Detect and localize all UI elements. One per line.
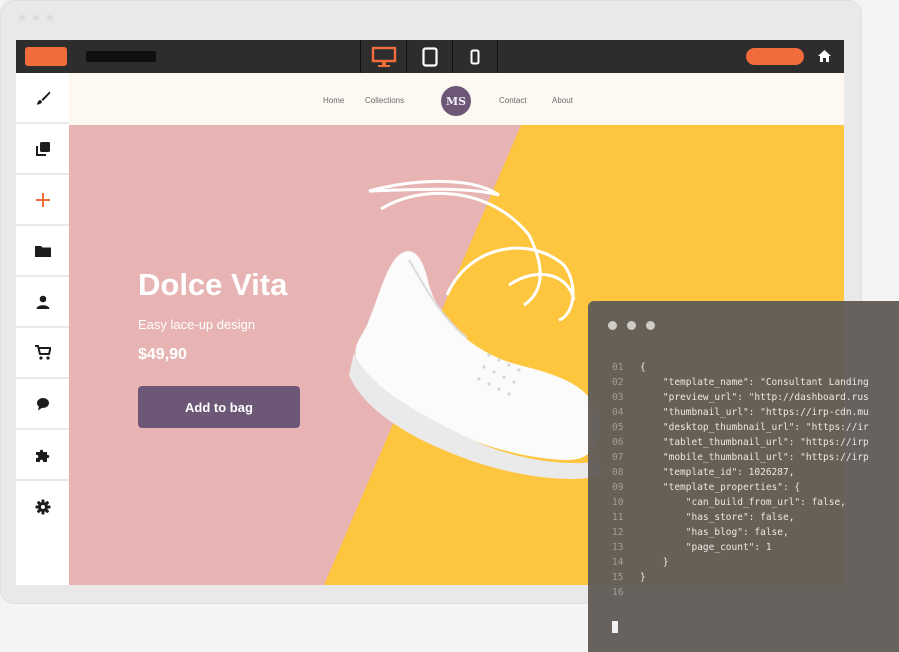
tablet-view-button[interactable] xyxy=(406,40,452,73)
line-number: 04 xyxy=(612,407,624,418)
sidebar-item-store[interactable] xyxy=(16,328,69,379)
editor-sidebar xyxy=(16,73,69,585)
line-number: 14 xyxy=(612,557,624,568)
tablet-icon xyxy=(421,46,438,67)
code-text: "desktop_thumbnail_url": "https://ir xyxy=(640,422,869,433)
code-line: 02 "template_name": "Consultant Landing xyxy=(612,375,899,390)
publish-button[interactable] xyxy=(746,48,804,65)
cart-icon xyxy=(34,345,51,360)
code-text: "page_count": 1 xyxy=(640,542,772,553)
sidebar-item-design[interactable] xyxy=(16,73,69,124)
line-number: 07 xyxy=(612,452,624,463)
sidebar-item-contacts[interactable] xyxy=(16,277,69,328)
home-button[interactable] xyxy=(816,48,832,64)
code-line: 04 "thumbnail_url": "https://irp-cdn.mu xyxy=(612,405,899,420)
mobile-icon xyxy=(470,49,480,64)
add-to-bag-button[interactable]: Add to bag xyxy=(138,386,300,428)
code-line: 06 "tablet_thumbnail_url": "https://irp xyxy=(612,435,899,450)
code-text: "thumbnail_url": "https://irp-cdn.mu xyxy=(640,407,869,418)
hero-price: $49,90 xyxy=(138,346,187,363)
line-number: 13 xyxy=(612,542,624,553)
site-navbar: Home Collections MS Contact About xyxy=(69,73,844,125)
code-line: 01 { xyxy=(612,360,899,375)
line-number: 10 xyxy=(612,497,624,508)
code-text: "template_id": 1026287, xyxy=(640,467,795,478)
code-line: 15} xyxy=(612,570,899,585)
code-line: 08 "template_id": 1026287, xyxy=(612,465,899,480)
code-line: 10 "can_build_from_url": false, xyxy=(612,495,899,510)
code-line: 13 "page_count": 1 xyxy=(612,540,899,555)
code-line: 09 "template_properties": { xyxy=(612,480,899,495)
nav-link-collections[interactable]: Collections xyxy=(365,96,404,105)
device-switcher xyxy=(360,40,498,73)
editor-toolbar xyxy=(16,40,844,73)
code-text: "preview_url": "http://dashboard.rus xyxy=(640,392,869,403)
folder-icon xyxy=(34,245,51,257)
line-number: 11 xyxy=(612,512,624,523)
layers-icon xyxy=(35,141,50,156)
code-panel: 01 {02 "template_name": "Consultant Landi… xyxy=(588,301,899,652)
code-text: { xyxy=(640,362,646,373)
line-number: 09 xyxy=(612,482,624,493)
line-number: 03 xyxy=(612,392,624,403)
sidebar-item-settings[interactable] xyxy=(16,481,69,532)
brush-icon xyxy=(36,91,50,104)
site-logo[interactable]: MS xyxy=(441,86,471,116)
code-text: "has_blog": false, xyxy=(640,527,789,538)
code-text: "can_build_from_url": false, xyxy=(640,497,846,508)
code-text: "tablet_thumbnail_url": "https://irp xyxy=(640,437,869,448)
code-line: 14 } xyxy=(612,555,899,570)
sidebar-item-add[interactable] xyxy=(16,175,69,226)
line-number: 01 xyxy=(612,362,624,373)
line-number: 02 xyxy=(612,377,624,388)
code-text: "mobile_thumbnail_url": "https://irp xyxy=(640,452,869,463)
code-text: } xyxy=(640,557,669,568)
stage: Home Collections MS Contact About Dolce … xyxy=(0,0,899,652)
line-number: 12 xyxy=(612,527,624,538)
code-text: } xyxy=(640,572,646,583)
gear-icon xyxy=(35,499,50,514)
code-text: "template_name": "Consultant Landing xyxy=(640,377,869,388)
line-number: 06 xyxy=(612,437,624,448)
hero-subtitle: Easy lace-up design xyxy=(138,317,256,332)
nav-link-home[interactable]: Home xyxy=(323,96,344,105)
sidebar-item-files[interactable] xyxy=(16,226,69,277)
chat-icon xyxy=(36,397,49,410)
sidebar-item-chat[interactable] xyxy=(16,379,69,430)
code-line: 16 xyxy=(612,585,899,600)
hero-title: Dolce Vita xyxy=(138,267,288,302)
desktop-icon xyxy=(371,46,396,67)
code-line: 03 "preview_url": "http://dashboard.rus xyxy=(612,390,899,405)
line-number: 16 xyxy=(612,587,624,598)
line-number: 05 xyxy=(612,422,624,433)
code-text: "template_properties": { xyxy=(640,482,801,493)
window-dots xyxy=(19,15,53,21)
sidebar-item-pages[interactable] xyxy=(16,124,69,175)
home-icon xyxy=(817,50,831,62)
plus-icon xyxy=(35,192,50,207)
text-cursor xyxy=(612,621,618,633)
user-icon xyxy=(36,295,49,309)
line-number: 08 xyxy=(612,467,624,478)
mobile-view-button[interactable] xyxy=(452,40,498,73)
code-line: 11 "has_store": false, xyxy=(612,510,899,525)
code-text: "has_store": false, xyxy=(640,512,795,523)
code-line: 07 "mobile_thumbnail_url": "https://irp xyxy=(612,450,899,465)
nav-link-about[interactable]: About xyxy=(552,96,573,105)
code-line: 12 "has_blog": false, xyxy=(612,525,899,540)
code-lines: 01 {02 "template_name": "Consultant Landi… xyxy=(612,360,899,600)
desktop-view-button[interactable] xyxy=(360,40,406,73)
code-panel-dots xyxy=(608,321,655,330)
puzzle-icon xyxy=(35,449,49,462)
sidebar-item-apps[interactable] xyxy=(16,430,69,481)
menu-button[interactable] xyxy=(25,47,67,66)
line-number: 15 xyxy=(612,572,624,583)
site-name-placeholder xyxy=(86,51,156,62)
code-line: 05 "desktop_thumbnail_url": "https://ir xyxy=(612,420,899,435)
nav-link-contact[interactable]: Contact xyxy=(499,96,527,105)
